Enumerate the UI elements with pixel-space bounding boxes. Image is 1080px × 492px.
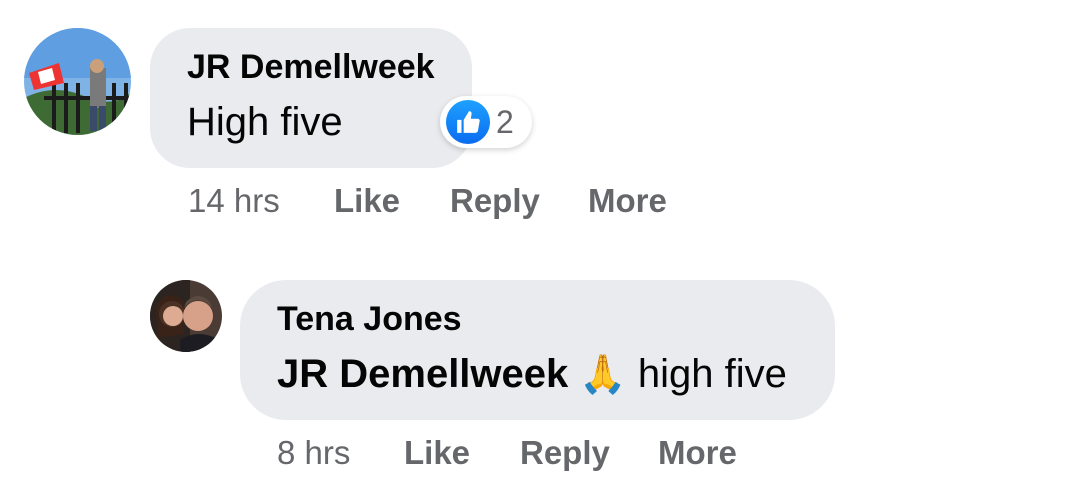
more-button[interactable]: More: [588, 182, 667, 220]
like-button[interactable]: Like: [334, 182, 400, 220]
mention-link[interactable]: JR Demellweek: [277, 352, 568, 396]
comment-actions: 14 hrs Like Reply More: [188, 182, 708, 222]
more-button[interactable]: More: [658, 434, 737, 472]
reaction-count: 2: [496, 103, 514, 140]
comment-actions: 8 hrs Like Reply More: [277, 434, 797, 474]
comment-bubble: JR Demellweek High five: [150, 28, 472, 168]
avatar-tena-jones[interactable]: [150, 280, 222, 352]
reply-button[interactable]: Reply: [450, 182, 540, 220]
comment-time[interactable]: 8 hrs: [277, 434, 350, 472]
avatar-jr-demellweek[interactable]: [24, 28, 131, 135]
comment-text-row: JR Demellweek 🙏 high five: [277, 352, 787, 397]
profile-photo-icon: [24, 28, 131, 135]
reply-bubble: Tena Jones JR Demellweek 🙏 high five: [240, 280, 835, 420]
comment-author[interactable]: Tena Jones: [277, 300, 462, 339]
like-icon: [446, 100, 490, 144]
comment-author[interactable]: JR Demellweek: [187, 48, 435, 87]
reply-button[interactable]: Reply: [520, 434, 610, 472]
comment-text: high five: [637, 352, 787, 396]
comment-text: High five: [187, 100, 343, 144]
comment-time[interactable]: 14 hrs: [188, 182, 280, 220]
profile-photo-icon: [150, 280, 222, 352]
like-button[interactable]: Like: [404, 434, 470, 472]
reaction-count-pill[interactable]: 2: [440, 96, 532, 148]
folded-hands-icon: 🙏: [579, 354, 627, 396]
